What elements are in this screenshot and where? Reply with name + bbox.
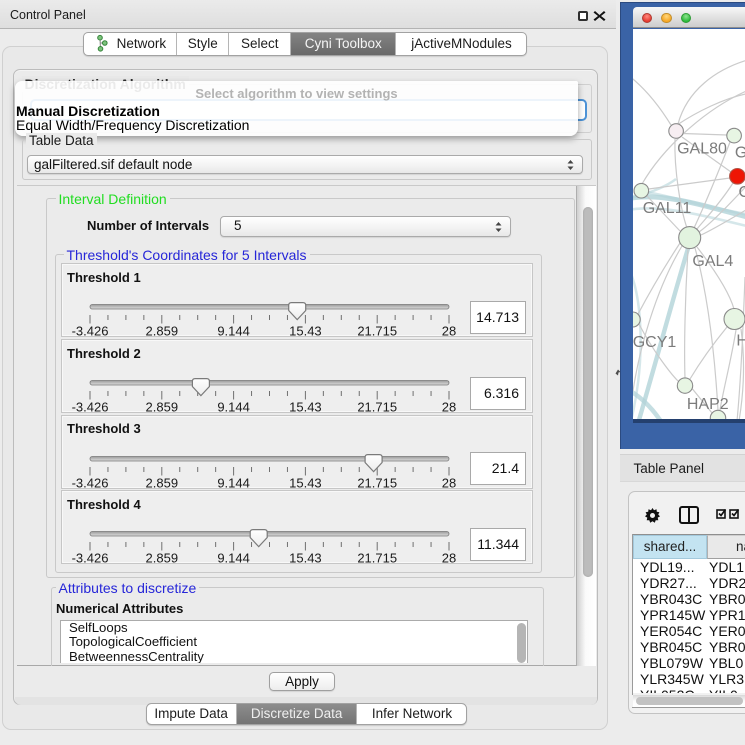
- svg-text:2.859: 2.859: [146, 475, 179, 489]
- svg-text:GAL11: GAL11: [642, 199, 691, 216]
- svg-text:28: 28: [442, 400, 456, 414]
- svg-text:-3.426: -3.426: [72, 400, 109, 414]
- svg-text:2.859: 2.859: [146, 400, 179, 414]
- svg-text:2.859: 2.859: [146, 324, 179, 338]
- svg-text:28: 28: [442, 324, 456, 338]
- svg-text:CC: CC: [738, 184, 745, 201]
- svg-text:15.43: 15.43: [289, 324, 322, 338]
- svg-text:15.43: 15.43: [289, 475, 322, 489]
- svg-text:15.43: 15.43: [289, 400, 322, 414]
- svg-text:H: H: [736, 332, 745, 349]
- svg-text:GAL80: GAL80: [677, 140, 727, 157]
- svg-text:2.859: 2.859: [146, 551, 179, 565]
- svg-text:-3.426: -3.426: [72, 475, 109, 489]
- svg-text:21.715: 21.715: [357, 551, 397, 565]
- svg-text:GAL4: GAL4: [692, 252, 733, 269]
- svg-text:21.715: 21.715: [357, 400, 397, 414]
- svg-text:9.144: 9.144: [217, 324, 250, 338]
- svg-text:HAP2: HAP2: [686, 395, 728, 412]
- svg-text:9.144: 9.144: [217, 551, 250, 565]
- svg-text:-3.426: -3.426: [72, 551, 109, 565]
- svg-text:GAL: GAL: [734, 144, 745, 161]
- svg-text:-3.426: -3.426: [72, 324, 109, 338]
- svg-text:21.715: 21.715: [357, 324, 397, 338]
- svg-text:28: 28: [442, 551, 456, 565]
- svg-text:28: 28: [442, 475, 456, 489]
- svg-text:9.144: 9.144: [217, 475, 250, 489]
- svg-text:21.715: 21.715: [357, 475, 397, 489]
- svg-text:GCY1: GCY1: [633, 334, 676, 351]
- svg-text:9.144: 9.144: [217, 400, 250, 414]
- svg-text:15.43: 15.43: [289, 551, 322, 565]
